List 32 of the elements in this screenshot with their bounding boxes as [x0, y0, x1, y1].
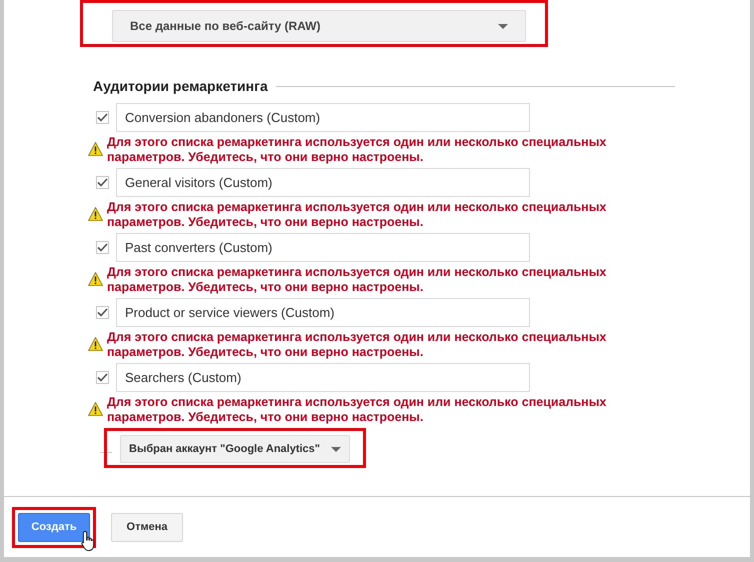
- warning-icon: [88, 272, 103, 286]
- audience-field[interactable]: Conversion abandoners (Custom): [116, 103, 530, 132]
- caret-icon: [498, 24, 508, 28]
- checkbox[interactable]: [96, 241, 109, 254]
- cancel-button[interactable]: Отмена: [111, 512, 183, 542]
- checkbox[interactable]: [96, 306, 109, 319]
- audience-field[interactable]: Searchers (Custom): [116, 363, 530, 392]
- warning-icon: [88, 142, 103, 156]
- checkmark-icon: [97, 178, 108, 187]
- warning-icon: [88, 337, 103, 351]
- warning-message: Для этого списка ремаркетинга используется один или несколько специальных параметров. Убедитесь, что они верно настроены.: [107, 330, 608, 360]
- warning-icon: [88, 207, 103, 221]
- warning-message: Для этого списка ремаркетинга используется один или несколько специальных параметров. Убедитесь, что они верно настроены.: [107, 395, 608, 425]
- audience-field[interactable]: General visitors (Custom): [116, 168, 530, 197]
- checkbox[interactable]: [96, 371, 109, 384]
- account-dropdown[interactable]: Выбран аккаунт "Google Analytics": [120, 435, 350, 463]
- hand-cursor-icon: [81, 530, 97, 552]
- audience-field[interactable]: Product or service viewers (Custom): [116, 298, 530, 327]
- warning-message: Для этого списка ремаркетинга используется один или несколько специальных параметров. Убедитесь, что они верно настроены.: [107, 135, 608, 165]
- caret-icon: [331, 446, 341, 452]
- audience-field[interactable]: Past converters (Custom): [116, 233, 530, 262]
- warning-message: Для этого списка ремаркетинга используется один или несколько специальных параметров. Убедитесь, что они верно настроены.: [107, 200, 608, 230]
- checkmark-icon: [97, 243, 108, 252]
- checkmark-icon: [97, 113, 108, 122]
- view-dropdown[interactable]: Все данные по веб-сайту (RAW): [112, 10, 526, 42]
- section-title: Аудитории ремаркетинга: [93, 77, 268, 96]
- checkmark-icon: [97, 308, 108, 317]
- checkbox[interactable]: [96, 176, 109, 189]
- warning-icon: [88, 402, 103, 416]
- checkmark-icon: [97, 373, 108, 382]
- warning-message: Для этого списка ремаркетинга используется один или несколько специальных параметров. Убедитесь, что они верно настроены.: [107, 265, 608, 295]
- checkbox[interactable]: [96, 111, 109, 124]
